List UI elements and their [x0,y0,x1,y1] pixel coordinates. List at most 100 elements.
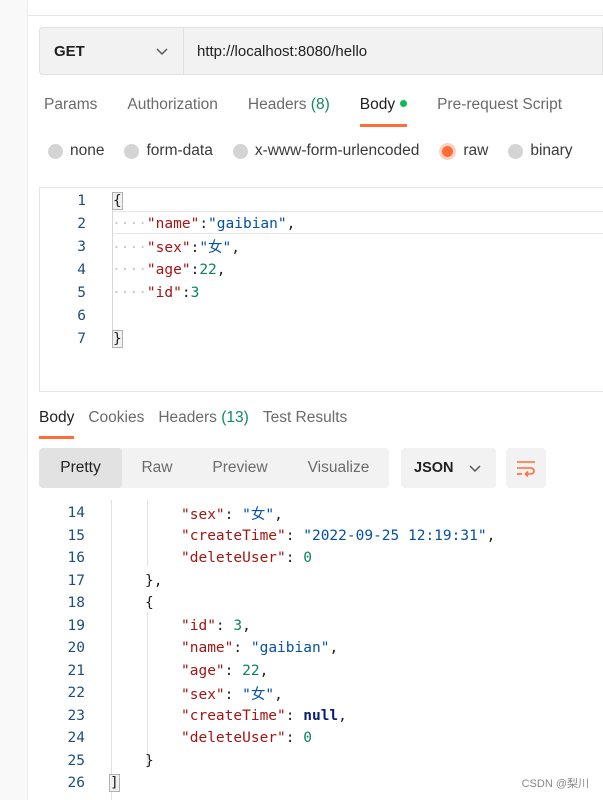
response-line: 26] [39,772,120,795]
whitespace: ···· [112,240,147,256]
tab-headers[interactable]: Headers (8) [248,96,330,127]
watermark: CSDN @梨川 [521,778,589,790]
response-line: 14 "sex": "女", [39,502,283,525]
json-key: "id" [146,284,182,301]
line-number: 18 [67,595,85,612]
radio-label: raw [463,142,489,159]
comma: , [486,527,496,544]
comma: , [329,640,339,657]
json-value: "2022-09-25 12:19:31" [303,527,487,544]
line-number: 21 [67,662,85,679]
response-body[interactable]: 14 "sex": "女", 15 "createTime": "2022-09-2… [39,500,603,800]
brace: ] [109,774,120,793]
headers-count: (13) [221,409,249,426]
radio-form-data[interactable]: form-data [124,142,213,160]
radio-icon [48,143,63,159]
code-text: } [112,329,123,348]
tab-test-results[interactable]: Test Results [263,409,347,439]
tab-params[interactable]: Params [44,96,97,127]
editor-line: 5 ····"id":3 [40,281,199,304]
response-line: 15 "createTime": "2022-09-25 12:19:31", [39,525,496,548]
response-line: 22 "sex": "女", [39,682,283,705]
request-body-editor[interactable]: 1 { 2 ····"name":"gaibian", 3 ····"sex":… [39,187,603,392]
json-key: "name" [146,215,200,232]
tab-label: Test Results [262,409,348,426]
request-tabs: Params Authorization Headers (8) Body Pr… [44,96,592,127]
json-value: "gaibian" [208,215,287,232]
line-number: 24 [67,730,85,747]
colon: : [190,261,200,278]
comma: , [338,707,347,724]
tab-bar [28,0,603,16]
editor-line: 2 ····"name":"gaibian", [40,212,295,235]
wrap-lines-button[interactable] [506,448,546,488]
tab-body[interactable]: Body [359,96,408,127]
json-key: "deleteUser" [181,550,286,567]
method-select[interactable]: GET [39,27,183,75]
response-tabs: Body Cookies Headers (13) Test Results [39,409,361,439]
response-line: 20 "name": "gaibian", [39,637,339,660]
comma: , [231,240,241,256]
tab-cookies[interactable]: Cookies [88,409,144,439]
brace: }, [145,572,163,589]
line-number: 14 [67,505,85,522]
response-line: 18 { [39,592,154,615]
comma: , [242,617,251,634]
button-label: Preview [212,459,268,476]
response-line: 16 "deleteUser": 0 [39,547,312,570]
radio-none[interactable]: none [48,142,104,160]
line-number: 6 [77,307,86,324]
json-key: "age" [181,662,225,679]
view-preview-button[interactable]: Preview [192,448,288,488]
tab-label: Headers [247,96,311,113]
line-number: 22 [67,685,85,702]
format-select[interactable]: JSON [401,448,496,488]
line-number: 4 [77,261,86,278]
button-label: Raw [141,459,173,476]
json-value: 22 [242,662,260,679]
button-label: Visualize [307,459,370,476]
json-value: 22 [199,261,217,278]
tab-response-headers[interactable]: Headers (13) [158,409,248,439]
json-value: 3 [233,617,243,634]
tab-pre-request-script[interactable]: Pre-request Script [437,96,562,127]
response-line: 19 "id": 3, [39,615,251,638]
radio-icon [232,143,248,159]
json-key: "deleteUser" [181,730,286,747]
format-label: JSON [414,460,454,476]
line-number: 1 [77,192,86,209]
headers-count: (8) [310,96,330,113]
url-text: http://localhost:8080/hello [197,42,368,60]
view-raw-button[interactable]: Raw [122,448,192,488]
radio-icon [508,143,524,159]
response-line: 21 "age": 22, [39,660,269,683]
json-key: "sex" [181,506,225,523]
whitespace: ···· [112,215,147,232]
line-number: 15 [67,527,85,544]
tab-label: Params [44,96,98,113]
colon: : [181,284,191,301]
tab-label: Headers [158,409,222,426]
radio-raw[interactable]: raw [439,142,488,160]
line-number: 16 [67,550,85,567]
radio-urlencoded[interactable]: x-www-form-urlencoded [232,142,420,160]
json-value: "女" [242,506,275,523]
button-label: Pretty [60,459,101,476]
method-label: GET [54,42,85,60]
tab-authorization[interactable]: Authorization [127,96,217,127]
view-pretty-button[interactable]: Pretty [39,448,122,488]
json-value: "gaibian" [250,640,330,657]
indent-guide [111,500,112,800]
line-number: 23 [67,707,85,724]
url-input[interactable]: http://localhost:8080/hello [183,27,603,75]
line-number: 7 [77,330,86,347]
tab-label: Pre-request Script [437,96,563,113]
comma: , [286,215,296,232]
line-number: 19 [67,617,85,634]
radio-binary[interactable]: binary [508,142,573,160]
tab-response-body[interactable]: Body [39,409,75,439]
radio-label: x-www-form-urlencoded [254,142,420,159]
editor-line: 1 { [40,189,123,212]
tab-label: Body [359,96,396,113]
view-visualize-button[interactable]: Visualize [288,448,389,488]
